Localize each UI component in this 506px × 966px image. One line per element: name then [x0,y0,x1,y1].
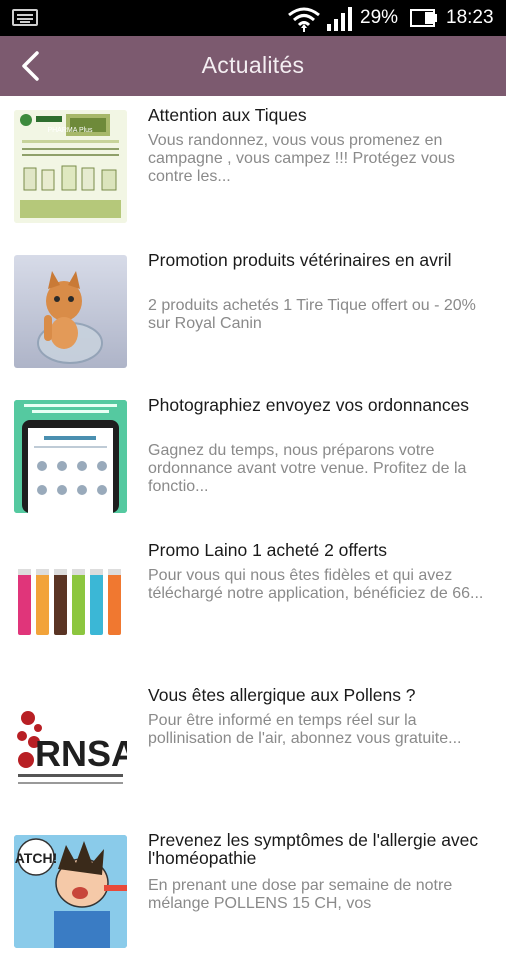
clock: 18:23 [446,7,494,28]
keyboard-icon [12,9,38,26]
news-excerpt: 2 produits achetés 1 Tire Tique offert o… [148,297,476,332]
news-title: Attention aux Tiques [148,105,307,125]
status-bar: 29% 18:23 [0,0,506,36]
app-bar: Actualités [0,36,506,96]
thumbnail-logo-text: RNSA [35,733,127,774]
news-excerpt: Vous randonnez, vous vous promenez en ca… [148,132,455,185]
signal-icon [327,7,352,31]
battery-percent: 29% [360,7,399,28]
news-thumbnail [14,400,127,513]
news-item[interactable]: RNSA Vous êtes allergique aux Pollens ? … [0,676,506,821]
wifi-icon [288,7,320,32]
back-button[interactable] [8,44,52,88]
news-title: Promotion produits vétérinaires en avril [148,250,452,270]
news-thumbnail [14,545,127,658]
news-item[interactable]: PHARMA Plus Attention aux Tiques Vous ra… [0,96,506,241]
news-title: Prevenez les symptômes de l'allergie ave… [148,830,479,868]
news-title: Promo Laino 1 acheté 2 offerts [148,540,387,560]
news-title: Photographiez envoyez vos ordonnances [148,395,470,415]
news-excerpt: Pour être informé en temps réel sur la p… [148,712,462,747]
news-title: Vous êtes allergique aux Pollens ? [148,685,416,705]
news-item[interactable]: Promo Laino 1 acheté 2 offerts Pour vous… [0,531,506,676]
news-excerpt: Pour vous qui nous êtes fidèles et qui a… [148,567,484,602]
chevron-left-icon [22,51,39,81]
thumbnail-logo-text: ATCH! [15,850,58,866]
news-thumbnail: PHARMA Plus [14,110,127,223]
news-thumbnail [14,255,127,368]
news-excerpt: Gagnez du temps, nous préparons votre or… [148,442,467,495]
news-thumbnail: RNSA [14,690,127,803]
page-title: Actualités [201,52,305,78]
news-item[interactable]: Promotion produits vétérinaires en avril… [0,241,506,386]
news-item[interactable]: Photographiez envoyez vos ordonnances Ga… [0,386,506,531]
battery-icon [410,9,437,27]
news-excerpt: En prenant une dose par semaine de notre… [148,877,453,912]
news-item[interactable]: ATCH! Prevenez les symptômes de l'allerg… [0,821,506,966]
news-thumbnail: ATCH! [14,835,127,948]
thumbnail-logo-text: PHARMA Plus [47,127,93,134]
